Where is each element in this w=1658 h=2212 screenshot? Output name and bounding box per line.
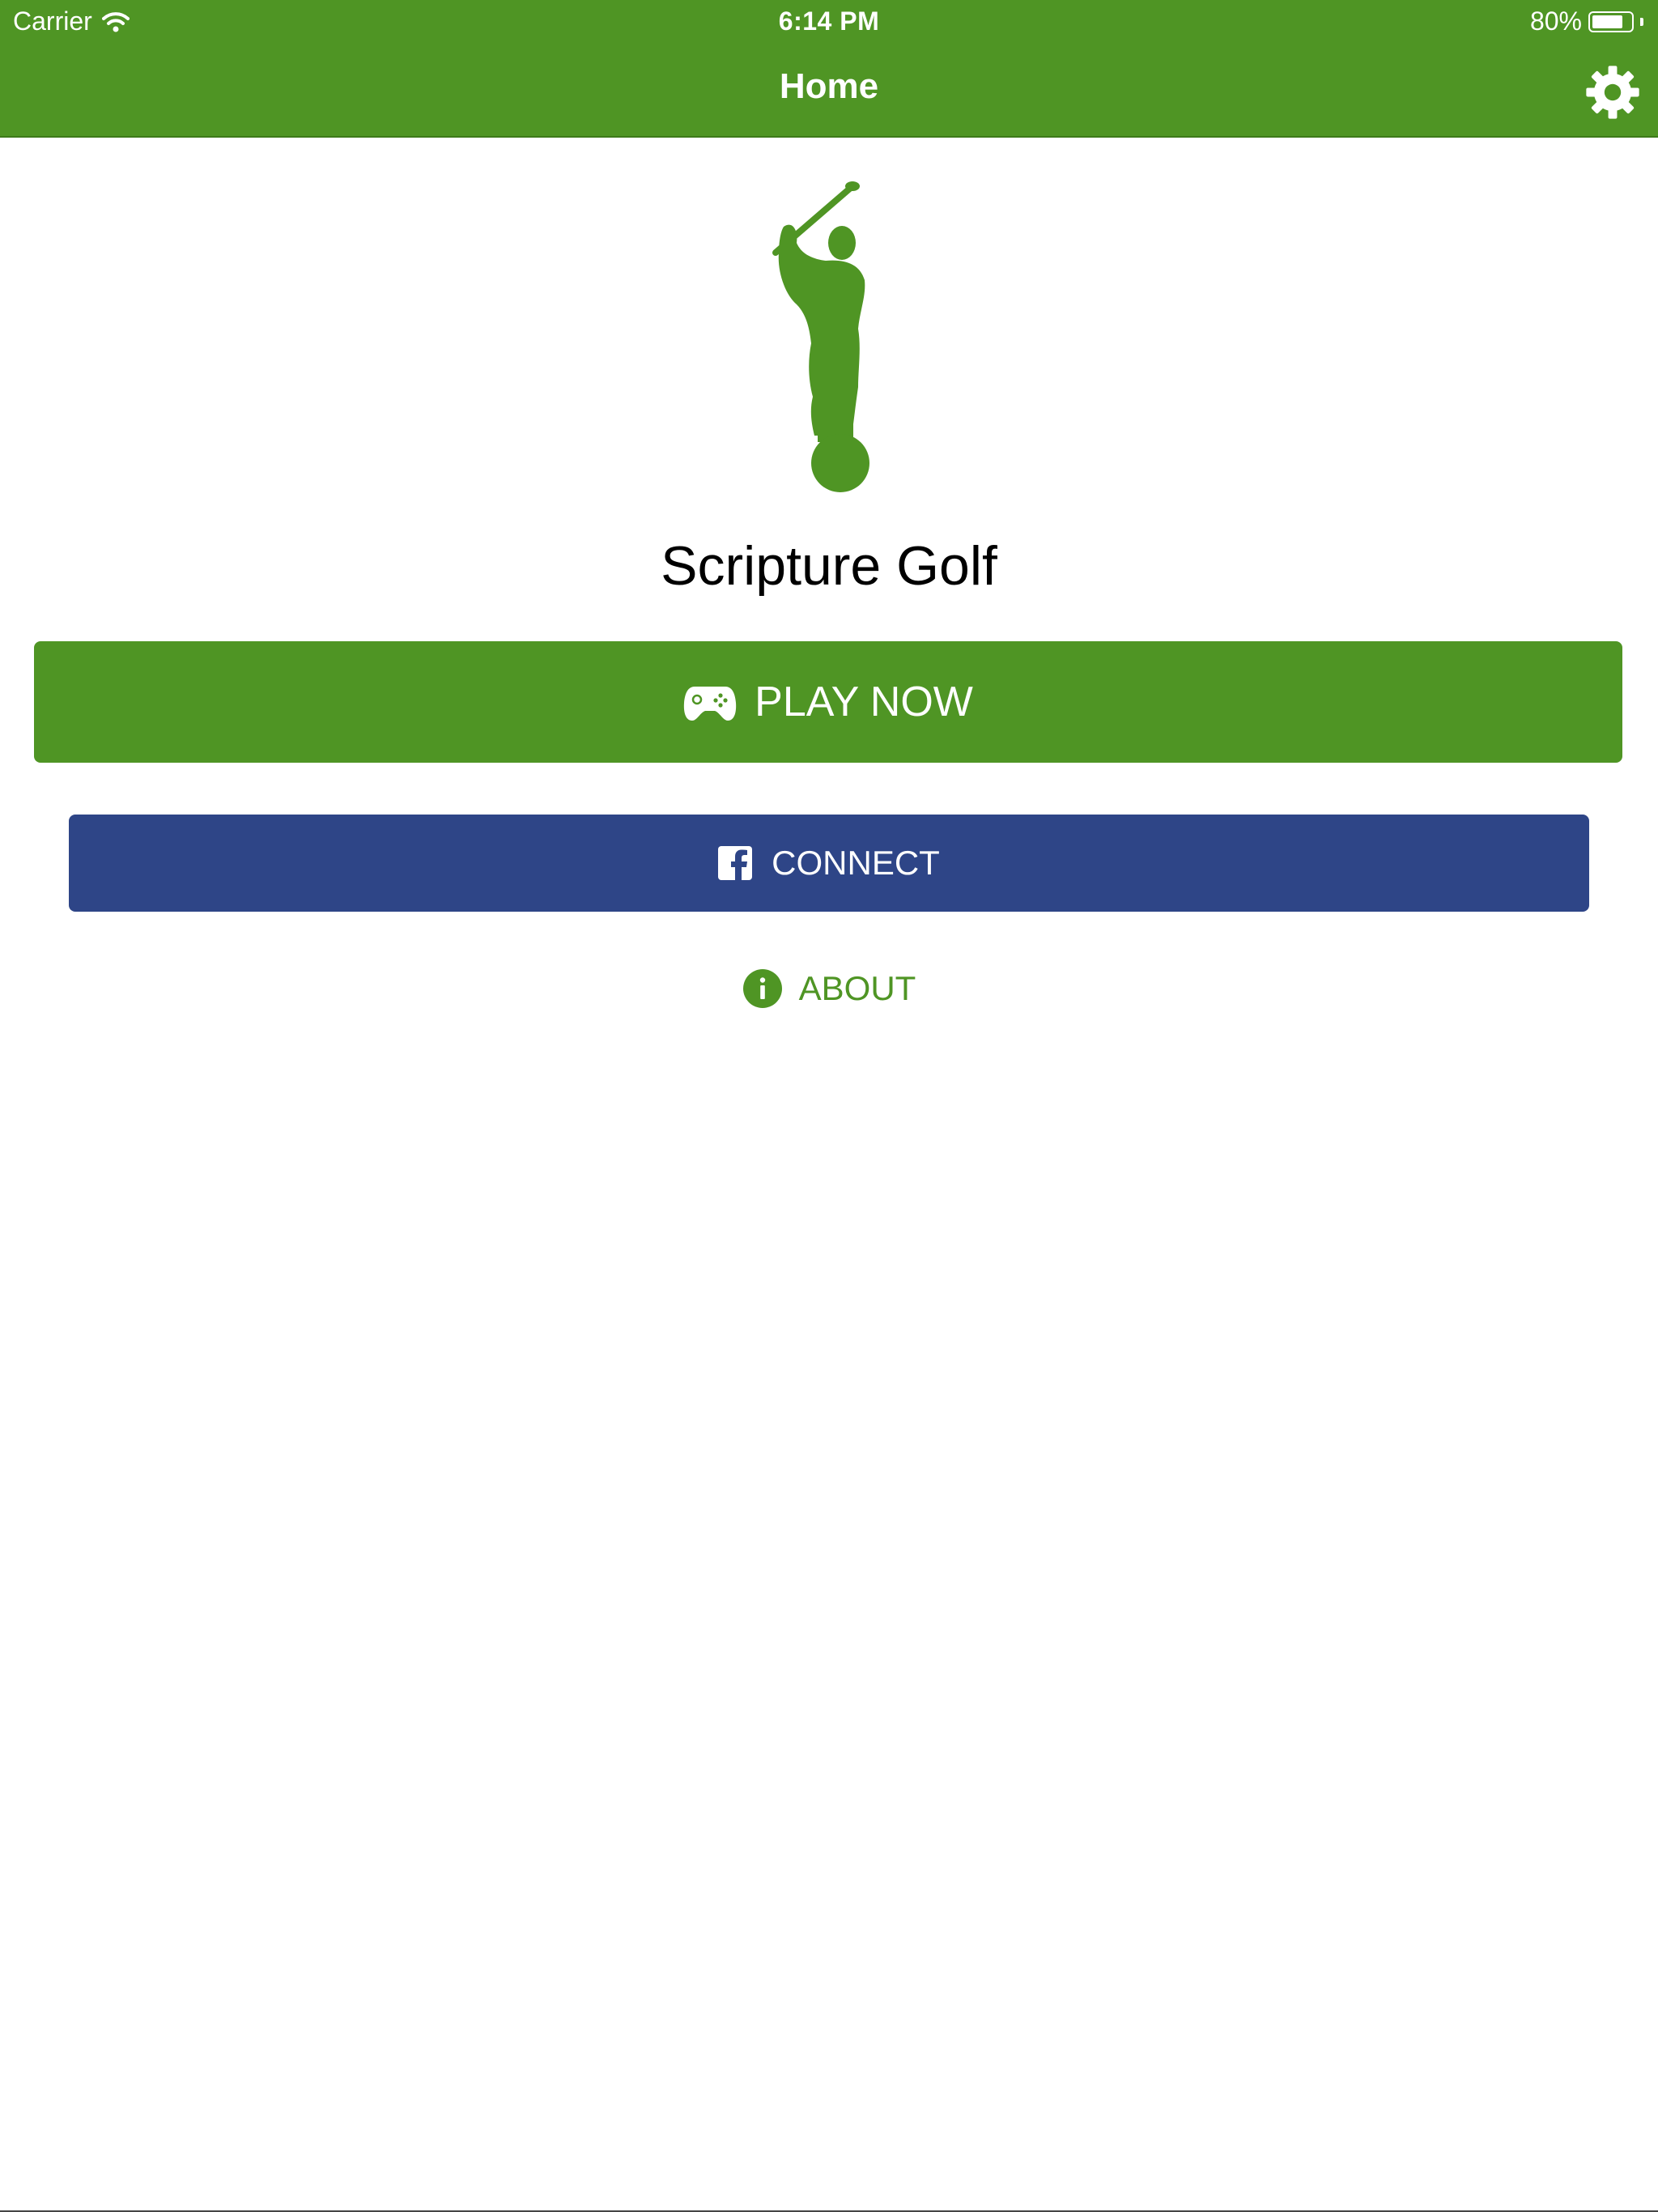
play-now-button[interactable]: PLAY NOW: [34, 641, 1622, 763]
settings-button[interactable]: [1585, 65, 1640, 120]
battery-tip: [1640, 17, 1643, 26]
status-bar: Carrier 6:14 PM 80%: [0, 0, 1658, 45]
battery-icon: [1588, 11, 1634, 32]
top-bar: Carrier 6:14 PM 80% Home: [0, 0, 1658, 138]
page-title: Home: [779, 66, 879, 106]
play-now-label: PLAY NOW: [755, 678, 973, 725]
facebook-connect-button[interactable]: CONNECT: [69, 815, 1589, 912]
battery-level: [1592, 15, 1622, 28]
battery-status: 80%: [1530, 6, 1643, 36]
app-logo: [764, 175, 894, 492]
battery-percent: 80%: [1529, 6, 1582, 36]
golfer-statue-icon: [772, 181, 869, 492]
app-title: Scripture Golf: [661, 535, 997, 597]
facebook-icon: [718, 846, 753, 880]
gear-icon: [1586, 66, 1639, 119]
about-link[interactable]: ABOUT: [0, 968, 1658, 1009]
connect-label: CONNECT: [772, 844, 940, 882]
about-label: ABOUT: [798, 969, 916, 1007]
info-icon: [742, 969, 782, 1008]
gamepad-icon: [683, 687, 737, 721]
status-time: 6:14 PM: [778, 6, 880, 36]
